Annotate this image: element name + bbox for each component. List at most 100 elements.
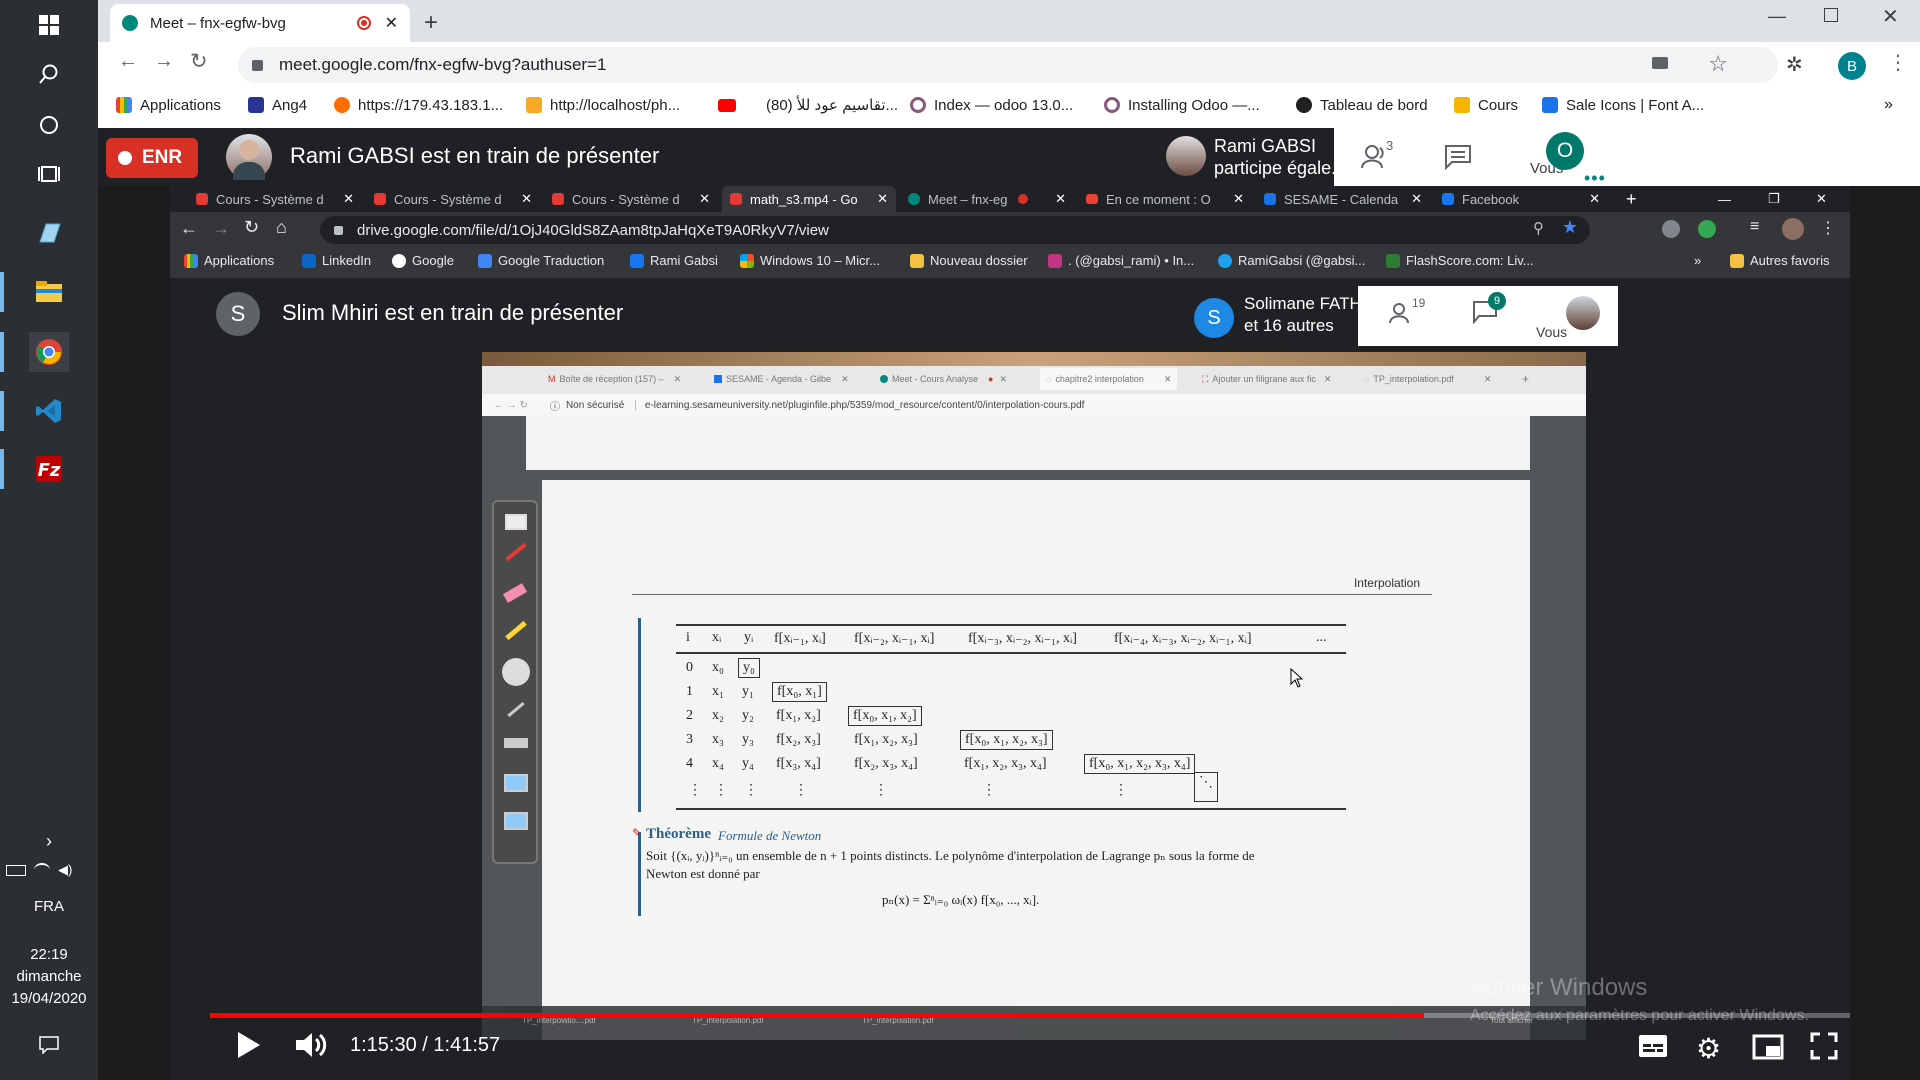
clock-date[interactable]: 19/04/2020	[0, 990, 98, 1007]
home-icon[interactable]: ⌂	[276, 217, 287, 238]
chat-icon[interactable]: 9	[1472, 292, 1506, 329]
people-icon[interactable]: 3	[1360, 138, 1400, 172]
close-icon[interactable]: ✕	[1411, 191, 1422, 207]
bookmark-twitter[interactable]: RamiGabsi (@gabsi...	[1218, 253, 1365, 268]
close-icon[interactable]: ✕	[1233, 191, 1244, 207]
forward-button[interactable]: →	[154, 50, 174, 73]
app-icon[interactable]	[29, 213, 69, 253]
inner-url[interactable]: drive.google.com/file/d/1OjJ40GldS8ZAam8…	[357, 222, 829, 239]
bookmark-localhost[interactable]: http://localhost/ph...	[526, 93, 680, 117]
star-icon[interactable]: ★	[1562, 217, 1578, 238]
bookmark-odoo-installing[interactable]: Installing Odoo —...	[1104, 93, 1260, 117]
bookmark-folder[interactable]: Nouveau dossier	[910, 253, 1028, 268]
more-bookmarks-icon[interactable]: »	[1694, 253, 1701, 268]
inner-tab[interactable]: Cours - Système d ✕	[188, 186, 362, 212]
bookmark-rami[interactable]: Rami Gabsi	[630, 253, 718, 268]
maximize-button[interactable]: ❐	[1760, 186, 1788, 212]
clock-day[interactable]: dimanche	[0, 968, 98, 985]
zoom-icon[interactable]: ⚲	[1533, 219, 1544, 237]
bookmark-ang4[interactable]: Ang4	[248, 93, 307, 117]
more-bookmarks-icon[interactable]: »	[1884, 93, 1893, 117]
inner-tab[interactable]: Meet – fnx-eg ✕	[900, 186, 1074, 212]
star-icon[interactable]: ☆	[1708, 51, 1728, 77]
media-control-icon[interactable]: ≡	[1750, 218, 1759, 236]
wifi-icon[interactable]	[34, 863, 50, 877]
windows-icon[interactable]	[29, 5, 69, 45]
notification-icon[interactable]	[29, 1025, 69, 1065]
people-icon[interactable]: 19	[1388, 296, 1425, 331]
volume-icon[interactable]: ◀)	[58, 862, 72, 878]
bookmark-translate[interactable]: Google Traduction	[478, 253, 604, 268]
chat-icon[interactable]	[1444, 144, 1472, 175]
extension-icon[interactable]: ✲	[1786, 52, 1803, 77]
bookmark-ip[interactable]: https://179.43.183.1...	[334, 93, 503, 117]
url-text[interactable]: meet.google.com/fnx-egfw-bvg?authuser=1	[279, 55, 606, 75]
settings-icon[interactable]: ⚙	[1696, 1032, 1721, 1065]
reload-button[interactable]: ↻	[190, 49, 208, 74]
bookmark-applications[interactable]: Applications	[184, 253, 274, 268]
close-icon[interactable]: ✕	[521, 191, 532, 207]
close-window-button[interactable]: ✕	[1808, 186, 1835, 212]
tab-meet[interactable]: Meet – fnx-egfw-bvg ✕	[110, 4, 410, 42]
file-explorer-icon[interactable]	[29, 272, 69, 312]
close-window-button[interactable]: ✕	[1882, 4, 1899, 29]
close-icon[interactable]: ✕	[699, 191, 710, 207]
self-avatar[interactable]: O	[1546, 132, 1584, 170]
back-button[interactable]: ←	[180, 218, 198, 239]
inner-address-bar[interactable]: drive.google.com/file/d/1OjJ40GldS8ZAam8…	[320, 216, 1590, 244]
profile-avatar[interactable]	[1782, 218, 1804, 240]
maximize-button[interactable]	[1824, 8, 1838, 22]
close-icon[interactable]: ✕	[343, 191, 354, 207]
bookmark-windows[interactable]: Windows 10 – Micr...	[740, 253, 880, 268]
close-icon[interactable]: ✕	[877, 191, 888, 207]
subtitles-button[interactable]	[1638, 1034, 1668, 1063]
cortana-icon[interactable]	[29, 105, 69, 145]
menu-icon[interactable]: ⋮	[1820, 218, 1836, 238]
menu-icon[interactable]: ⋮	[1888, 50, 1908, 75]
video-frame[interactable]: M Boîte de réception (157) – ✕ SESAME - Ag…	[482, 352, 1586, 1040]
inner-tab-active[interactable]: math_s3.mp4 - Go ✕	[722, 186, 896, 212]
close-icon[interactable]: ✕	[385, 13, 398, 33]
self-avatar[interactable]	[1566, 296, 1600, 330]
participant-tile[interactable]: Rami GABSI participe égale...	[1160, 130, 1346, 180]
language-indicator[interactable]: FRA	[0, 898, 98, 915]
vscode-icon[interactable]	[29, 391, 69, 431]
bookmark-google[interactable]: Google	[392, 253, 454, 268]
reload-button[interactable]: ↻	[244, 217, 259, 238]
filezilla-icon[interactable]: Fz	[29, 449, 69, 489]
bookmark-odoo-index[interactable]: Index — odoo 13.0...	[910, 93, 1073, 117]
bookmark-tableau[interactable]: Tableau de bord	[1296, 93, 1428, 117]
extension-icon[interactable]	[1662, 220, 1680, 238]
bookmark-cours[interactable]: Cours	[1454, 93, 1518, 117]
clock-time[interactable]: 22:19	[0, 946, 98, 963]
inner-tab[interactable]: SESAME - Calenda ✕	[1256, 186, 1430, 212]
minimize-button[interactable]: —	[1768, 6, 1786, 27]
inner-tab[interactable]: Facebook ✕	[1434, 186, 1608, 212]
bookmark-other[interactable]: Autres favoris	[1730, 253, 1829, 268]
task-view-icon[interactable]	[29, 154, 69, 194]
chrome-icon[interactable]	[29, 332, 69, 372]
new-tab-button[interactable]: +	[424, 9, 438, 37]
bookmark-youtube[interactable]: (80) تقاسيم عود للأ...	[718, 93, 898, 117]
volume-button[interactable]	[294, 1030, 328, 1065]
forward-button[interactable]: →	[212, 218, 230, 239]
bookmark-linkedin[interactable]: LinkedIn	[302, 253, 371, 268]
search-icon[interactable]	[29, 54, 69, 94]
close-icon[interactable]: ✕	[1589, 191, 1600, 207]
minimize-button[interactable]: —	[1710, 186, 1739, 212]
inner-tab[interactable]: En ce moment : O ✕	[1078, 186, 1252, 212]
miniplayer-button[interactable]	[1752, 1034, 1784, 1065]
bookmark-flashscore[interactable]: FlashScore.com: Liv...	[1386, 253, 1534, 268]
camera-icon[interactable]	[1652, 57, 1668, 69]
back-button[interactable]: ←	[118, 50, 138, 73]
inner-tab[interactable]: Cours - Système d ✕	[544, 186, 718, 212]
new-tab-button[interactable]: +	[1618, 186, 1645, 212]
address-bar[interactable]: meet.google.com/fnx-egfw-bvg?authuser=1 …	[238, 47, 1778, 83]
profile-avatar[interactable]: B	[1838, 52, 1866, 80]
close-icon[interactable]: ✕	[1055, 191, 1066, 207]
bookmark-sale-icons[interactable]: Sale Icons | Font A...	[1542, 93, 1704, 117]
play-button[interactable]	[234, 1030, 262, 1065]
inner-tab[interactable]: Cours - Système d ✕	[366, 186, 540, 212]
extension-icon[interactable]	[1698, 220, 1716, 238]
bookmark-applications[interactable]: Applications	[116, 93, 221, 117]
